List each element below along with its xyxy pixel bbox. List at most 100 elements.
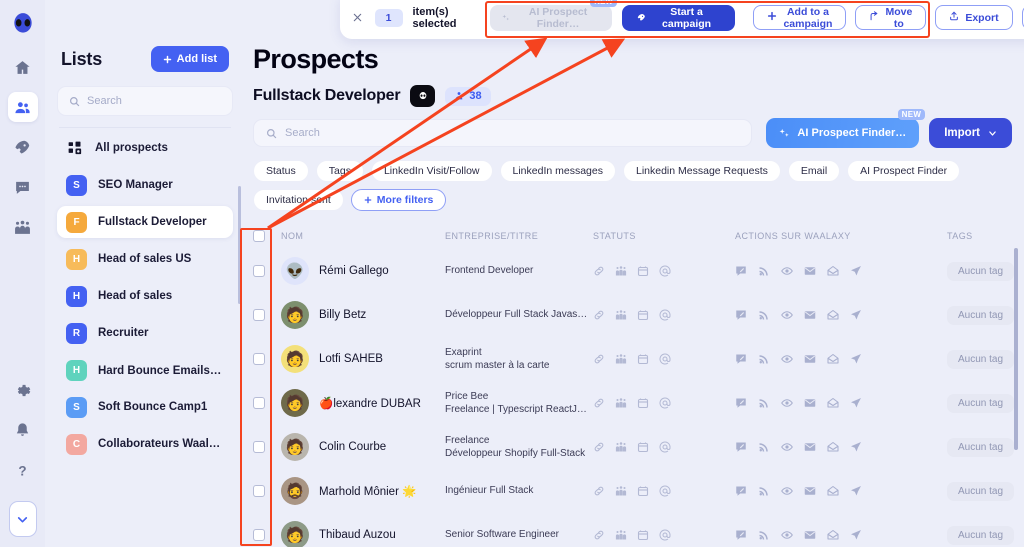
column-header-entreprise[interactable]: ENTREPRISE/TITRE	[445, 231, 593, 241]
calendar-icon[interactable]	[637, 441, 649, 453]
table-row[interactable]: 🧑 Billy Betz Développeur Full Stack Javas……	[253, 293, 1024, 337]
link-icon[interactable]	[593, 529, 605, 541]
link-icon[interactable]	[593, 485, 605, 497]
filter-chip[interactable]: Invitation sent	[253, 189, 344, 211]
filter-chip[interactable]: Linkedin Message Requests	[622, 160, 781, 182]
sidebar-list-item[interactable]: F Fullstack Developer	[57, 206, 233, 238]
at-icon[interactable]	[659, 397, 671, 409]
empty-tag-pill[interactable]: Aucun tag	[947, 438, 1015, 457]
column-header-statuts[interactable]: STATUTS	[593, 231, 735, 241]
send-icon[interactable]	[850, 265, 862, 277]
row-checkbox[interactable]	[253, 309, 265, 321]
rail-item-help[interactable]: ?	[8, 455, 38, 485]
send-icon[interactable]	[850, 485, 862, 497]
table-row[interactable]: 🧑 Lotfi SAHEB Exaprint scrum master à la ca…	[253, 337, 1024, 381]
table-row[interactable]: 🧔 Marhold Mônier 🌟 Ingénieur Full Stack Auc…	[253, 469, 1024, 513]
lists-search-input[interactable]: Search	[57, 86, 233, 116]
start-campaign-button[interactable]: Start a campaign	[621, 4, 736, 31]
column-header-actions[interactable]: ACTIONS SUR WAALAXY	[735, 231, 947, 241]
rail-item-teams[interactable]	[8, 212, 38, 242]
rail-item-campaigns[interactable]	[8, 132, 38, 162]
select-all-checkbox[interactable]	[253, 230, 265, 242]
mail-closed-icon[interactable]	[804, 353, 816, 365]
column-header-tags[interactable]: TAGS	[947, 231, 1024, 241]
toolbar-ai-prospect-finder-button[interactable]: NEW AI Prospect Finder…	[490, 0, 617, 31]
filter-chip[interactable]: LinkedIn Visit/Follow	[370, 160, 493, 182]
sidebar-list-item[interactable]: S SEO Manager	[57, 169, 233, 201]
send-icon[interactable]	[850, 529, 862, 541]
people-icon[interactable]	[615, 441, 627, 453]
people-icon[interactable]	[615, 397, 627, 409]
send-icon[interactable]	[850, 397, 862, 409]
calendar-icon[interactable]	[637, 265, 649, 277]
column-header-nom[interactable]: NOM	[281, 231, 445, 241]
table-row[interactable]: 🧑 🍎lexandre DUBAR Price Bee Freelance | Typ…	[253, 381, 1024, 425]
send-icon[interactable]	[850, 309, 862, 321]
message-icon[interactable]	[735, 529, 747, 541]
rss-icon[interactable]	[758, 353, 770, 365]
mail-open-icon[interactable]	[827, 353, 839, 365]
link-icon[interactable]	[593, 309, 605, 321]
empty-tag-pill[interactable]: Aucun tag	[947, 394, 1015, 413]
filter-chip[interactable]: Email	[787, 160, 841, 182]
message-icon[interactable]	[735, 309, 747, 321]
people-icon[interactable]	[615, 485, 627, 497]
message-icon[interactable]	[735, 485, 747, 497]
row-checkbox[interactable]	[253, 529, 265, 541]
mail-open-icon[interactable]	[827, 529, 839, 541]
alien-logo-icon[interactable]	[10, 12, 36, 38]
at-icon[interactable]	[659, 309, 671, 321]
link-icon[interactable]	[593, 265, 605, 277]
empty-tag-pill[interactable]: Aucun tag	[947, 526, 1015, 545]
sidebar-item-all-prospects[interactable]: All prospects	[57, 132, 233, 164]
send-icon[interactable]	[850, 353, 862, 365]
calendar-icon[interactable]	[637, 397, 649, 409]
sidebar-list-item[interactable]: H Head of sales	[57, 280, 233, 312]
filter-chip[interactable]: Status	[253, 160, 309, 182]
list-avatar-badge[interactable]	[410, 85, 436, 107]
at-icon[interactable]	[659, 353, 671, 365]
message-icon[interactable]	[735, 265, 747, 277]
bulk-action-move-to[interactable]: Move to	[855, 5, 927, 30]
eye-icon[interactable]	[781, 441, 793, 453]
mail-closed-icon[interactable]	[804, 529, 816, 541]
link-icon[interactable]	[593, 441, 605, 453]
ai-prospect-finder-button[interactable]: AI Prospect Finder…	[766, 118, 920, 148]
search-input[interactable]: Search	[253, 119, 753, 147]
eye-icon[interactable]	[781, 353, 793, 365]
calendar-icon[interactable]	[637, 353, 649, 365]
sidebar-list-item[interactable]: R Recruiter	[57, 317, 233, 349]
close-selection-button[interactable]	[350, 9, 365, 27]
rail-collapse-button[interactable]	[8, 501, 37, 537]
eye-icon[interactable]	[781, 529, 793, 541]
sidebar-list-item[interactable]: C Collaborateurs Waala…	[57, 428, 233, 460]
at-icon[interactable]	[659, 265, 671, 277]
calendar-icon[interactable]	[637, 529, 649, 541]
row-checkbox[interactable]	[253, 441, 265, 453]
mail-closed-icon[interactable]	[804, 397, 816, 409]
rail-item-settings[interactable]	[8, 375, 38, 405]
filter-chip[interactable]: LinkedIn messages	[499, 160, 616, 182]
rss-icon[interactable]	[758, 309, 770, 321]
row-checkbox[interactable]	[253, 265, 265, 277]
mail-closed-icon[interactable]	[804, 485, 816, 497]
empty-tag-pill[interactable]: Aucun tag	[947, 482, 1015, 501]
mail-open-icon[interactable]	[827, 485, 839, 497]
mail-open-icon[interactable]	[827, 441, 839, 453]
bulk-action-add-to-a-campaign[interactable]: Add to a campaign	[753, 5, 847, 30]
at-icon[interactable]	[659, 529, 671, 541]
people-icon[interactable]	[615, 353, 627, 365]
empty-tag-pill[interactable]: Aucun tag	[947, 350, 1015, 369]
rss-icon[interactable]	[758, 265, 770, 277]
mail-open-icon[interactable]	[827, 309, 839, 321]
mail-open-icon[interactable]	[827, 397, 839, 409]
row-checkbox[interactable]	[253, 397, 265, 409]
empty-tag-pill[interactable]: Aucun tag	[947, 262, 1015, 281]
sidebar-list-item[interactable]: H Hard Bounce Emails ❌	[57, 354, 233, 386]
send-icon[interactable]	[850, 441, 862, 453]
rail-item-prospects[interactable]	[7, 92, 38, 122]
calendar-icon[interactable]	[637, 309, 649, 321]
table-row[interactable]: 👽 Rémi Gallego Frontend Developer Aucun tag	[253, 249, 1024, 293]
rss-icon[interactable]	[758, 397, 770, 409]
link-icon[interactable]	[593, 397, 605, 409]
